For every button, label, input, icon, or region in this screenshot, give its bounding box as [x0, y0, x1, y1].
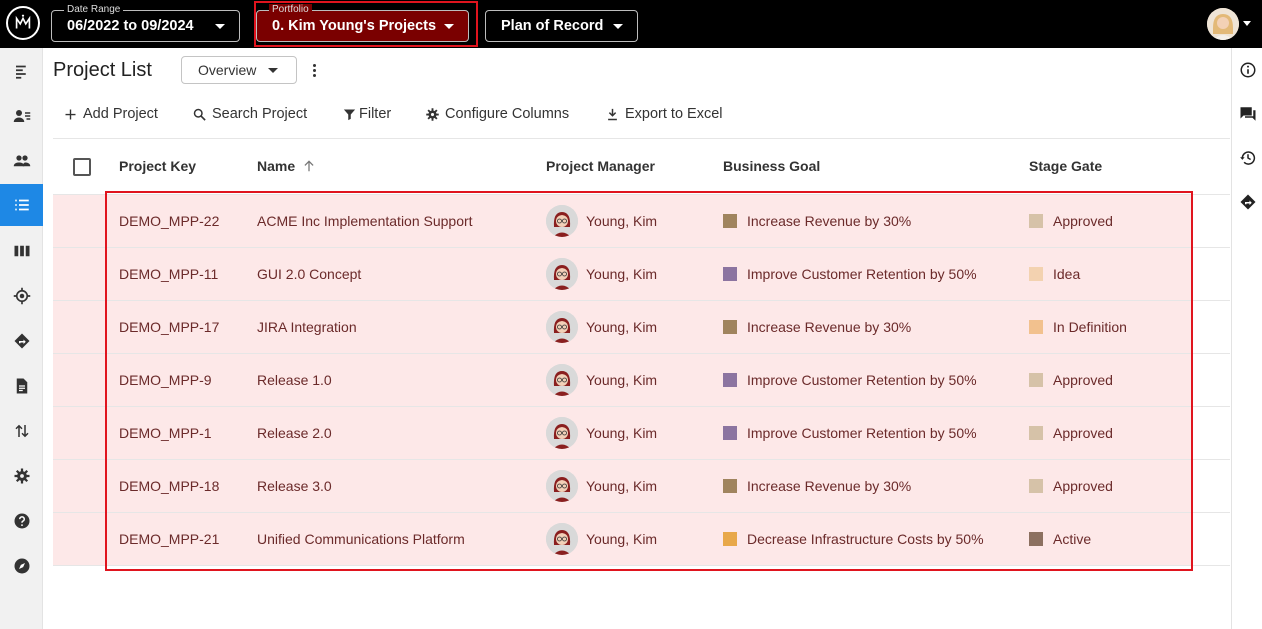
app-logo-icon[interactable]: [6, 6, 40, 40]
plan-value: Plan of Record: [501, 18, 604, 34]
search-icon: [193, 108, 206, 121]
plus-icon: [65, 109, 76, 119]
column-header-project-key[interactable]: Project Key: [119, 158, 196, 174]
search-project-button[interactable]: Search Project: [192, 103, 307, 125]
chevron-down-icon: [613, 24, 623, 29]
info-icon[interactable]: [1232, 56, 1262, 84]
help-icon[interactable]: [0, 502, 43, 540]
columns-icon[interactable]: [0, 232, 43, 270]
column-header-business-goal[interactable]: Business Goal: [723, 158, 820, 174]
date-range-caption: Date Range: [64, 4, 124, 16]
filter-icon: [343, 109, 356, 120]
directions-icon[interactable]: [0, 322, 43, 360]
right-sidebar: [1231, 48, 1262, 629]
date-range-picker[interactable]: Date Range 06/2022 to 09/2024: [51, 4, 240, 42]
list-icon[interactable]: [0, 184, 43, 226]
sort-ascending-icon[interactable]: [302, 159, 316, 173]
settings-icon[interactable]: [0, 457, 43, 495]
swap-vert-icon[interactable]: [0, 412, 43, 450]
configure-columns-button[interactable]: Configure Columns: [425, 103, 569, 125]
download-icon: [608, 108, 617, 120]
plan-picker[interactable]: Plan of Record: [485, 10, 638, 42]
assign-users-icon[interactable]: [0, 97, 43, 135]
chat-icon[interactable]: [1232, 100, 1262, 128]
chevron-down-icon: [268, 68, 278, 73]
filter-label: Filter: [359, 106, 392, 122]
people-icon[interactable]: [0, 142, 43, 180]
history-icon[interactable]: [1232, 144, 1262, 172]
add-project-button[interactable]: Add Project: [63, 103, 158, 125]
column-header-project-manager[interactable]: Project Manager: [546, 158, 655, 174]
directions-icon[interactable]: [1232, 188, 1262, 216]
export-to-excel-button[interactable]: Export to Excel: [605, 103, 723, 125]
target-icon[interactable]: [0, 277, 43, 315]
chevron-down-icon[interactable]: [1243, 21, 1251, 26]
column-header-name[interactable]: Name: [257, 158, 295, 174]
settings-icon: [426, 107, 439, 121]
portfolio-highlight: [254, 1, 478, 47]
view-select-value: Overview: [198, 62, 257, 78]
user-avatar[interactable]: [1207, 8, 1239, 40]
configure-columns-label: Configure Columns: [445, 106, 570, 122]
left-sidebar: [0, 48, 43, 629]
menu-collapse-icon[interactable]: [0, 52, 43, 90]
filter-button[interactable]: Filter: [342, 103, 391, 125]
select-all-checkbox[interactable]: [73, 158, 91, 176]
top-bar: Date Range 06/2022 to 09/2024 Portfolio …: [0, 0, 1262, 48]
view-select[interactable]: Overview: [181, 56, 297, 84]
date-range-value: 06/2022 to 09/2024: [67, 18, 194, 34]
add-project-label: Add Project: [83, 106, 158, 122]
more-options-icon[interactable]: [306, 60, 322, 80]
table-header: Project Key Name Project Manager Busines…: [53, 138, 1230, 195]
document-icon[interactable]: [0, 367, 43, 405]
export-to-excel-label: Export to Excel: [625, 106, 723, 122]
compass-icon[interactable]: [0, 547, 43, 585]
page-title: Project List: [53, 59, 152, 81]
search-project-label: Search Project: [212, 106, 308, 122]
column-header-stage-gate[interactable]: Stage Gate: [1029, 158, 1102, 174]
selection-highlight: [105, 191, 1193, 571]
chevron-down-icon: [215, 24, 225, 29]
